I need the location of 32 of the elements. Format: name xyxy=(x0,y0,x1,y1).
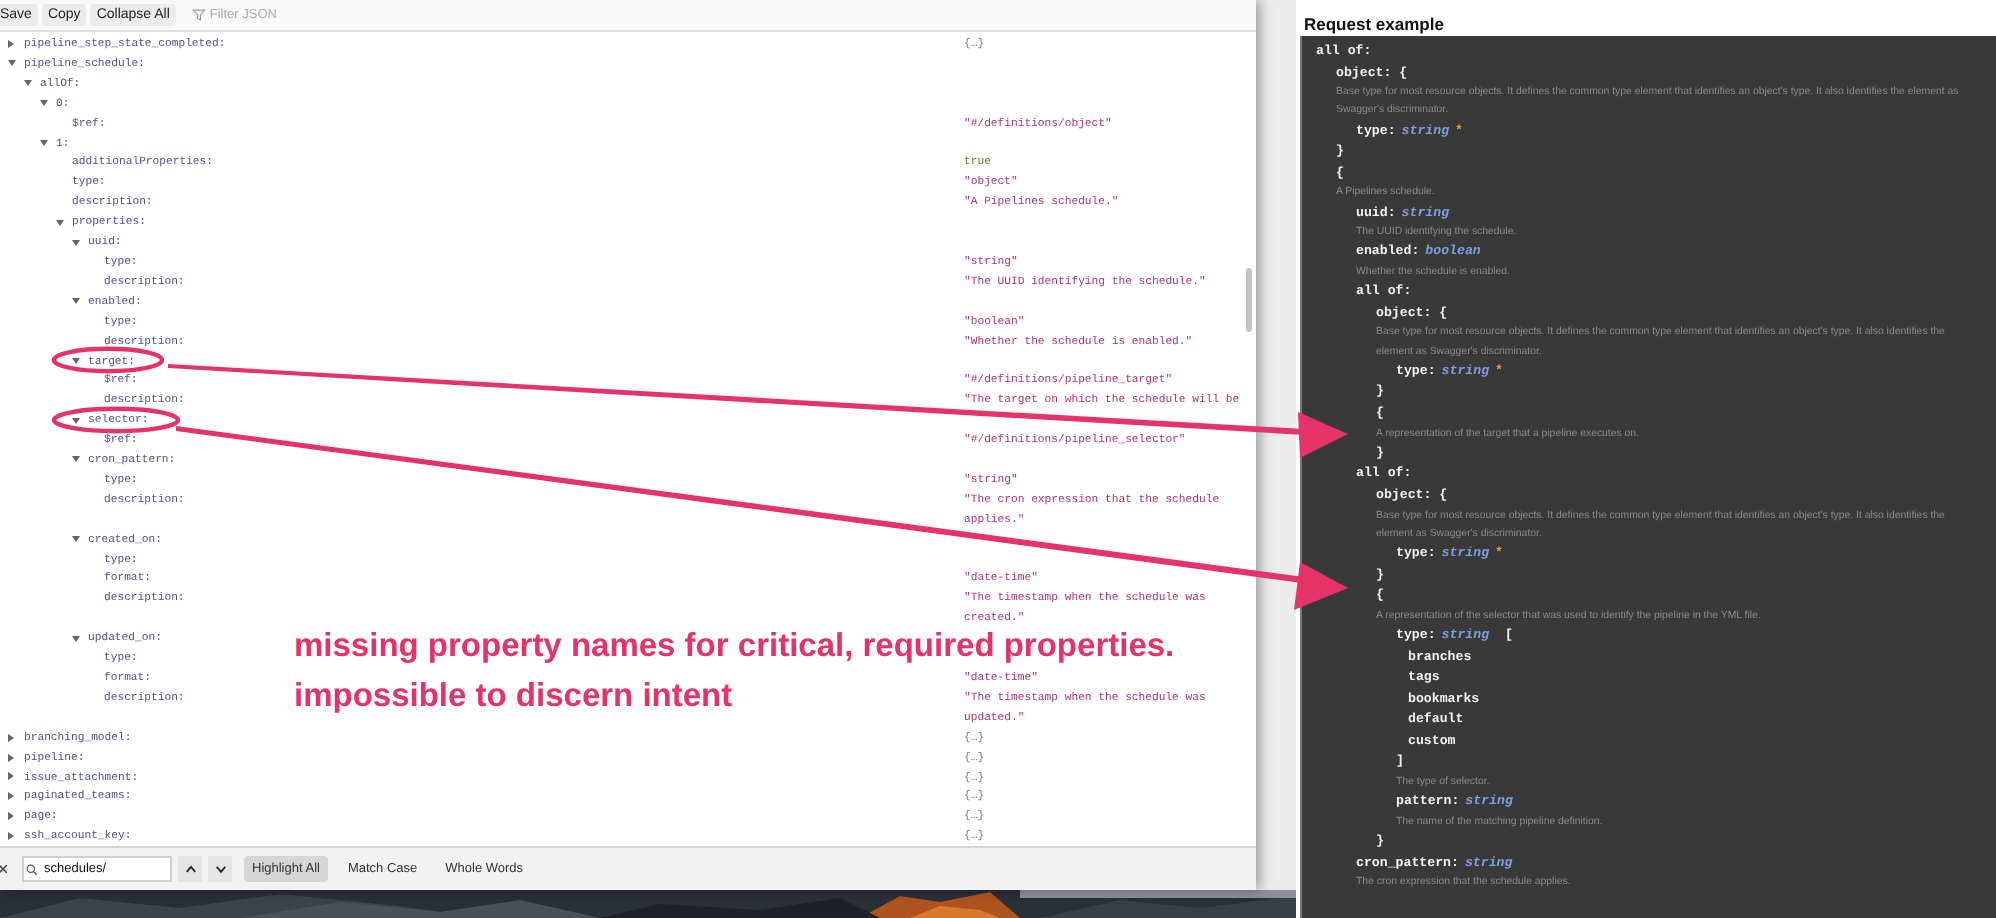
expand-toggle[interactable] xyxy=(8,753,14,762)
scrollbar-thumb[interactable] xyxy=(1246,268,1252,332)
close-icon[interactable] xyxy=(0,862,8,876)
expand-toggle[interactable] xyxy=(8,792,14,801)
expand-toggle[interactable] xyxy=(8,39,14,48)
expand-toggle[interactable] xyxy=(40,100,48,107)
expand-toggle[interactable] xyxy=(8,812,14,821)
expand-toggle[interactable] xyxy=(72,456,80,463)
section-heading: Request example xyxy=(1302,12,1446,36)
expand-toggle[interactable] xyxy=(8,772,14,781)
expand-toggle[interactable] xyxy=(72,536,80,543)
expand-toggle[interactable] xyxy=(8,733,14,742)
expand-toggle[interactable] xyxy=(72,239,80,246)
next-button[interactable] xyxy=(208,856,232,882)
expand-toggle[interactable] xyxy=(40,139,48,146)
expand-toggle[interactable] xyxy=(72,417,80,424)
expand-toggle[interactable] xyxy=(56,219,64,226)
annotation-text: impossible to discern intent xyxy=(294,676,733,716)
expand-toggle[interactable] xyxy=(72,357,80,364)
chevron-down-icon xyxy=(213,862,227,876)
highlight-ellipse xyxy=(51,406,181,434)
filter-icon xyxy=(191,8,206,22)
chevron-up-icon xyxy=(183,862,197,876)
annotation-text: missing property names for critical, required properties. xyxy=(294,626,1175,666)
search-icon xyxy=(26,864,38,876)
expand-toggle[interactable] xyxy=(24,80,32,87)
expand-toggle[interactable] xyxy=(72,635,80,642)
highlight-ellipse xyxy=(51,346,165,374)
previous-button[interactable] xyxy=(178,856,202,882)
expand-toggle[interactable] xyxy=(72,298,80,305)
expand-toggle[interactable] xyxy=(8,60,16,67)
expand-toggle[interactable] xyxy=(8,832,14,841)
